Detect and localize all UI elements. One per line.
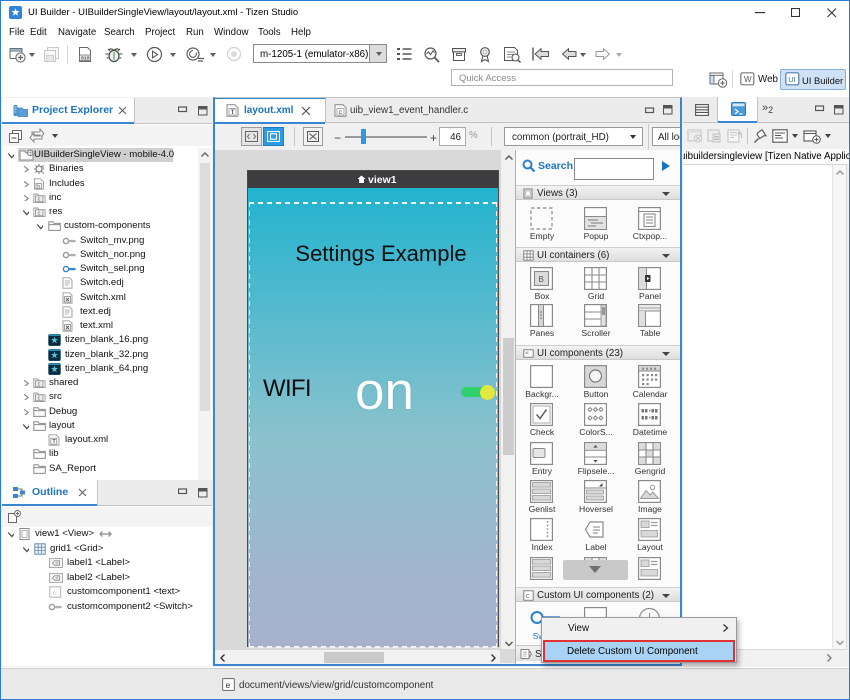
svg-text:c: c (38, 211, 41, 217)
svg-text:UI: UI (788, 75, 796, 84)
svg-text:c: c (38, 196, 41, 202)
svg-text:W: W (744, 75, 752, 84)
svg-text:0: 0 (42, 164, 45, 169)
svg-text:c: c (38, 382, 41, 388)
svg-text:h: h (37, 183, 40, 189)
svg-text:e: e (225, 681, 230, 691)
svg-text:c: c (526, 593, 530, 600)
svg-text:B: B (539, 275, 544, 284)
svg-text:1: 1 (42, 170, 45, 175)
svg-text:c: c (38, 396, 41, 402)
svg-text:010: 010 (81, 56, 90, 62)
svg-text:c: c (53, 591, 56, 597)
svg-text:T: T (231, 110, 235, 116)
